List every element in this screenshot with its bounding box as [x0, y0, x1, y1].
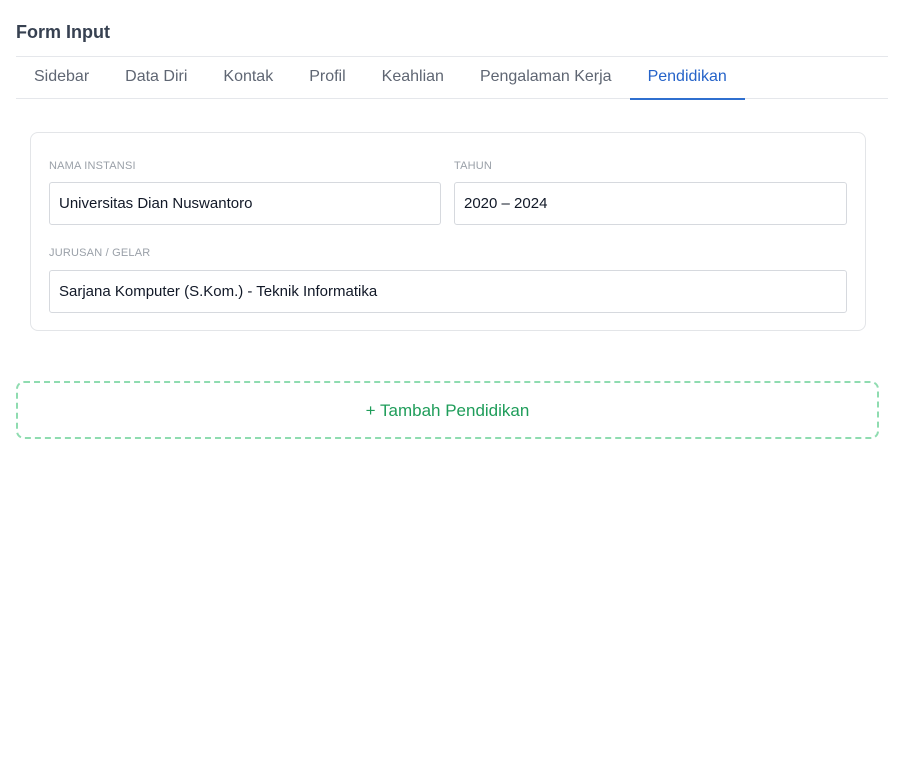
year-label: TAHUN [454, 160, 493, 172]
form-page: Form Input Sidebar Data Diri Kontak Prof… [0, 0, 905, 776]
tab-bar: Sidebar Data Diri Kontak Profil Keahlian… [16, 56, 888, 100]
tab-pendidikan[interactable]: Pendidikan [629, 57, 745, 100]
institution-label: NAMA INSTANSI [49, 160, 136, 172]
education-entry-card: NAMA INSTANSI TAHUN JURUSAN / GELAR [30, 132, 866, 331]
tab-pengalaman-kerja[interactable]: Pengalaman Kerja [462, 57, 630, 99]
tab-keahlian[interactable]: Keahlian [364, 57, 462, 99]
institution-input[interactable] [49, 182, 441, 225]
tab-data-diri[interactable]: Data Diri [107, 57, 205, 99]
year-input[interactable] [454, 182, 847, 225]
tab-sidebar[interactable]: Sidebar [16, 57, 107, 99]
tab-kontak[interactable]: Kontak [205, 57, 291, 99]
page-title: Form Input [16, 22, 110, 42]
add-education-button[interactable]: + Tambah Pendidikan [16, 381, 879, 439]
major-input[interactable] [49, 270, 847, 313]
major-label: JURUSAN / GELAR [49, 247, 151, 259]
tab-profil[interactable]: Profil [291, 57, 363, 99]
